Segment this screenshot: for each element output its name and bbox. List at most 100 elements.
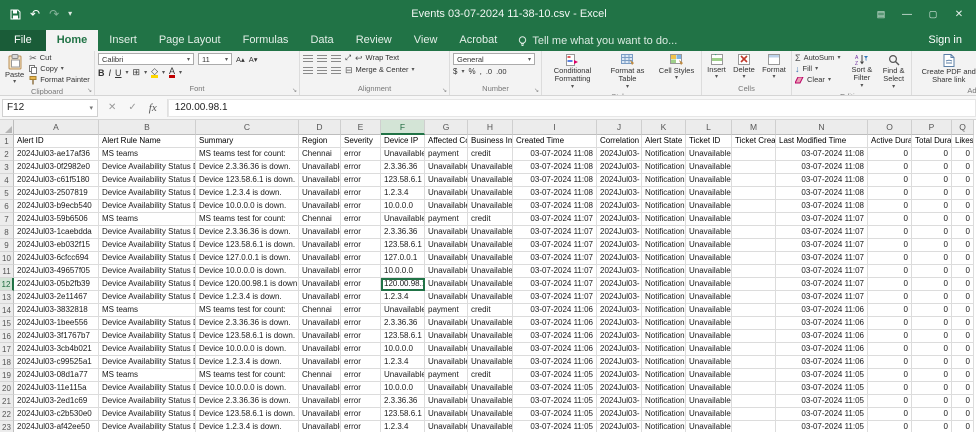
grid-cell-E20[interactable]: error	[341, 382, 381, 395]
grid-cell-P14[interactable]: 0	[912, 304, 952, 317]
grid-cell-N10[interactable]: 03-07-2024 11:07	[776, 252, 868, 265]
grid-cell-F20[interactable]: 10.0.0.0	[381, 382, 425, 395]
tab-review[interactable]: Review	[345, 30, 403, 51]
grid-cell-B4[interactable]: Device Availability Status Down	[99, 174, 196, 187]
sort-filter-button[interactable]: AZ Sort & Filter ▾	[848, 53, 877, 91]
column-header-I[interactable]: I	[513, 120, 597, 135]
grid-cell-O10[interactable]: 0	[868, 252, 912, 265]
grid-cell-C11[interactable]: Device 10.0.0.0 is down.	[196, 265, 299, 278]
grid-cell-A20[interactable]: 2024Jul03-11e115a	[14, 382, 99, 395]
grid-cell-D21[interactable]: Unavailable	[299, 395, 341, 408]
fill-button[interactable]: ↓Fill▾	[795, 64, 845, 74]
grid-cell-N12[interactable]: 03-07-2024 11:07	[776, 278, 868, 291]
grid-cell-G13[interactable]: Unavailable	[425, 291, 468, 304]
borders-icon[interactable]: ⊞	[133, 67, 141, 78]
grid-cell-P15[interactable]: 0	[912, 317, 952, 330]
grid-cell-H18[interactable]: Unavailable	[468, 356, 513, 369]
grid-cell-C2[interactable]: MS teams test for count:	[196, 148, 299, 161]
insert-cells-button[interactable]: Insert ▾	[705, 53, 728, 82]
grid-cell-J4[interactable]: 2024Jul03-	[597, 174, 642, 187]
font-size-select[interactable]: 11▾	[198, 53, 232, 65]
name-box-dropdown-icon[interactable]: ▾	[89, 104, 93, 112]
grid-cell-O13[interactable]: 0	[868, 291, 912, 304]
grid-cell-E18[interactable]: error	[341, 356, 381, 369]
grid-cell-K5[interactable]: Notification	[642, 187, 686, 200]
grid-cell-O17[interactable]: 0	[868, 343, 912, 356]
grid-cell-F16[interactable]: 123.58.6.1	[381, 330, 425, 343]
grid-cell-Q10[interactable]: 0	[952, 252, 974, 265]
column-header-K[interactable]: K	[642, 120, 686, 135]
row-header-16[interactable]: 16	[0, 330, 14, 343]
grid-cell-N7[interactable]: 03-07-2024 11:07	[776, 213, 868, 226]
column-header-E[interactable]: E	[341, 120, 381, 135]
grid-cell-D15[interactable]: Unavailable	[299, 317, 341, 330]
grid-cell-header[interactable]: Alert Rule Name	[99, 135, 196, 148]
row-header-1[interactable]: 1	[0, 135, 14, 148]
grid-cell-F3[interactable]: 2.3.36.36	[381, 161, 425, 174]
grid-cell-Q6[interactable]: 0	[952, 200, 974, 213]
grid-cell-L3[interactable]: Unavailable	[686, 161, 732, 174]
grid-cell-C21[interactable]: Device 2.3.36.36 is down.	[196, 395, 299, 408]
grid-cell-G9[interactable]: Unavailable	[425, 239, 468, 252]
row-header-19[interactable]: 19	[0, 369, 14, 382]
grid-cell-N23[interactable]: 03-07-2024 11:05	[776, 421, 868, 432]
grid-cell-C5[interactable]: Device 1.2.3.4 is down.	[196, 187, 299, 200]
grid-cell-F13[interactable]: 1.2.3.4	[381, 291, 425, 304]
grid-cell-D4[interactable]: Unavailable	[299, 174, 341, 187]
grid-cell-D18[interactable]: Unavailable	[299, 356, 341, 369]
delete-cells-button[interactable]: Delete ▾	[731, 53, 757, 82]
formula-input[interactable]: 120.00.98.1	[168, 99, 976, 117]
grow-font-icon[interactable]: A▴	[236, 55, 245, 64]
grid-cell-D10[interactable]: Unavailable	[299, 252, 341, 265]
align-center-icon[interactable]	[317, 67, 327, 74]
grid-cell-A7[interactable]: 2024Jul03-59b6506	[14, 213, 99, 226]
grid-cell-B10[interactable]: Device Availability Status Down	[99, 252, 196, 265]
grid-cell-P4[interactable]: 0	[912, 174, 952, 187]
grid-cell-E14[interactable]: error	[341, 304, 381, 317]
grid-cell-N18[interactable]: 03-07-2024 11:06	[776, 356, 868, 369]
grid-cell-P8[interactable]: 0	[912, 226, 952, 239]
grid-cell-H8[interactable]: Unavailable	[468, 226, 513, 239]
grid-cell-H6[interactable]: Unavailable	[468, 200, 513, 213]
grid-cell-F17[interactable]: 10.0.0.0	[381, 343, 425, 356]
tab-acrobat[interactable]: Acrobat	[448, 30, 508, 51]
grid-cell-I3[interactable]: 03-07-2024 11:08	[513, 161, 597, 174]
grid-cell-M23[interactable]	[732, 421, 776, 432]
grid-cell-J16[interactable]: 2024Jul03-	[597, 330, 642, 343]
grid-cell-O3[interactable]: 0	[868, 161, 912, 174]
grid-cell-header[interactable]: Region	[299, 135, 341, 148]
grid-cell-E12[interactable]: error	[341, 278, 381, 291]
spreadsheet-grid[interactable]: ABCDEFGHIJKLMNOPQ1Alert IDAlert Rule Nam…	[0, 120, 976, 432]
align-left-icon[interactable]	[303, 67, 313, 74]
grid-cell-C15[interactable]: Device 2.3.36.36 is down.	[196, 317, 299, 330]
grid-cell-M6[interactable]	[732, 200, 776, 213]
grid-cell-F21[interactable]: 2.3.36.36	[381, 395, 425, 408]
grid-cell-I9[interactable]: 03-07-2024 11:07	[513, 239, 597, 252]
grid-cell-O9[interactable]: 0	[868, 239, 912, 252]
grid-cell-Q13[interactable]: 0	[952, 291, 974, 304]
grid-cell-P3[interactable]: 0	[912, 161, 952, 174]
grid-cell-O16[interactable]: 0	[868, 330, 912, 343]
grid-cell-L2[interactable]: Unavailable	[686, 148, 732, 161]
grid-cell-E5[interactable]: error	[341, 187, 381, 200]
grid-cell-D14[interactable]: Chennai	[299, 304, 341, 317]
grid-cell-J2[interactable]: 2024Jul03-	[597, 148, 642, 161]
grid-cell-A18[interactable]: 2024Jul03-c99525a1	[14, 356, 99, 369]
grid-cell-M19[interactable]	[732, 369, 776, 382]
grid-cell-D20[interactable]: Unavailable	[299, 382, 341, 395]
row-header-7[interactable]: 7	[0, 213, 14, 226]
italic-button[interactable]: I	[109, 68, 112, 78]
column-header-P[interactable]: P	[912, 120, 952, 135]
grid-cell-D19[interactable]: Chennai	[299, 369, 341, 382]
grid-cell-N9[interactable]: 03-07-2024 11:07	[776, 239, 868, 252]
grid-cell-P17[interactable]: 0	[912, 343, 952, 356]
find-select-button[interactable]: Find & Select ▾	[879, 53, 908, 92]
grid-cell-N17[interactable]: 03-07-2024 11:06	[776, 343, 868, 356]
grid-cell-N16[interactable]: 03-07-2024 11:06	[776, 330, 868, 343]
grid-cell-H7[interactable]: credit	[468, 213, 513, 226]
grid-cell-K8[interactable]: Notification	[642, 226, 686, 239]
grid-cell-B21[interactable]: Device Availability Status Down	[99, 395, 196, 408]
grid-cell-O2[interactable]: 0	[868, 148, 912, 161]
row-header-9[interactable]: 9	[0, 239, 14, 252]
undo-icon[interactable]: ↶	[30, 8, 40, 20]
